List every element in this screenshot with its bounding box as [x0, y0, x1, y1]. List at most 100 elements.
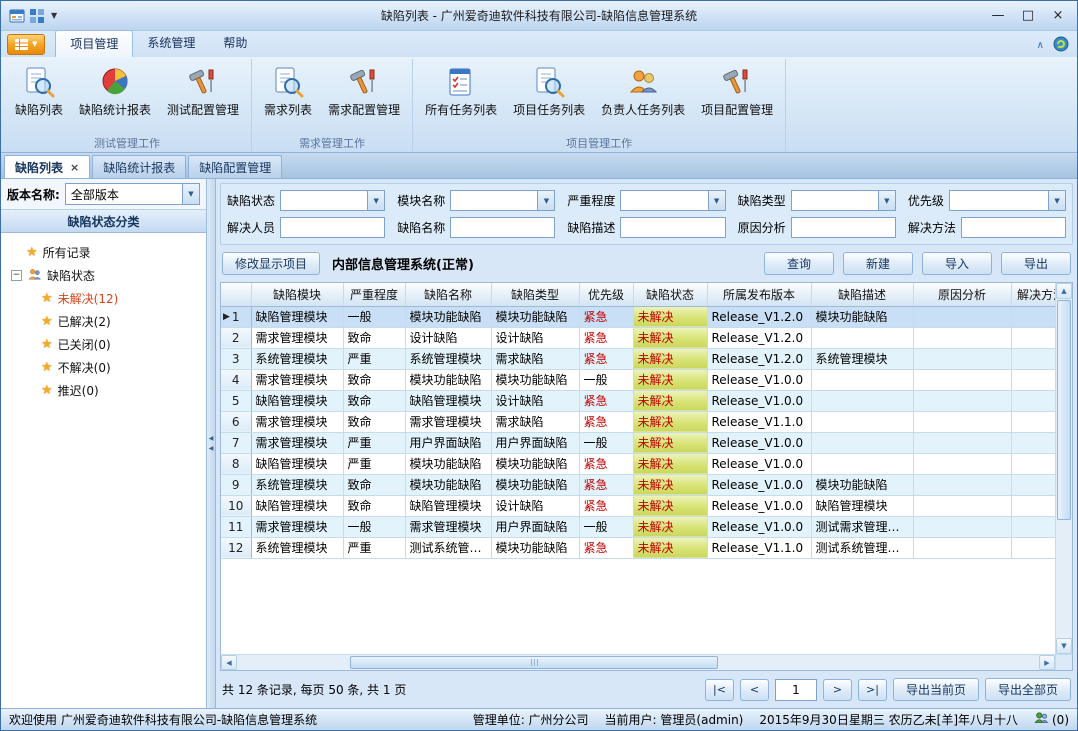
close-tab-icon[interactable]: × — [70, 161, 79, 174]
column-header-5[interactable]: 缺陷状态 — [633, 283, 707, 306]
filter-input-1-0[interactable] — [280, 217, 385, 238]
maximize-button[interactable]: □ — [1013, 5, 1043, 27]
tree-item-1-4[interactable]: ★推迟(0) — [1, 379, 206, 402]
scroll-right-icon[interactable]: ▶ — [1039, 655, 1055, 670]
chevron-down-icon[interactable]: ▼ — [708, 191, 725, 210]
table-row[interactable]: 10缺陷管理模块致命缺陷管理模块设计缺陷紧急未解决Release_V1.0.0缺… — [221, 495, 1055, 516]
column-header-6[interactable]: 所属发布版本 — [707, 283, 811, 306]
doc-tab-0[interactable]: 缺陷列表× — [4, 155, 90, 178]
table-row[interactable]: 12系统管理模块严重测试系统管理...模块功能缺陷紧急未解决Release_V1… — [221, 537, 1055, 558]
quick-access-dropdown-icon[interactable]: ▼ — [49, 11, 59, 20]
horizontal-scroll-thumb[interactable] — [350, 656, 718, 669]
table-row[interactable]: 5缺陷管理模块致命缺陷管理模块设计缺陷紧急未解决Release_V1.0.0 — [221, 390, 1055, 411]
ribbon-button-1-0[interactable]: 需求列表 — [258, 61, 318, 120]
column-header-7[interactable]: 缺陷描述 — [811, 283, 913, 306]
chevron-down-icon[interactable]: ▼ — [537, 191, 554, 210]
filter-input-1-4[interactable] — [961, 217, 1066, 238]
collapse-sidebar-icon[interactable]: ◀ — [209, 445, 214, 452]
first-page-button[interactable]: |< — [705, 679, 734, 701]
tree-item-1-2[interactable]: ★已关闭(0) — [1, 333, 206, 356]
grid-view-icon[interactable] — [29, 8, 45, 24]
ribbon-button-1-1[interactable]: 需求配置管理 — [322, 61, 406, 120]
ribbon-button-2-3[interactable]: 项目配置管理 — [695, 61, 779, 120]
chevron-down-icon[interactable]: ▼ — [367, 191, 384, 210]
modify-display-button[interactable]: 修改显示项目 — [222, 252, 320, 275]
doc-tab-1[interactable]: 缺陷统计报表 — [92, 155, 186, 178]
prev-page-button[interactable]: < — [740, 679, 769, 701]
ribbon-button-0-0[interactable]: 缺陷列表 — [9, 61, 69, 120]
app-menu-button[interactable]: ▼ — [7, 34, 45, 55]
tree-item-1-1[interactable]: ★已解决(2) — [1, 310, 206, 333]
ribbon-button-2-2[interactable]: 负责人任务列表 — [595, 61, 691, 120]
doc-tab-2[interactable]: 缺陷配置管理 — [188, 155, 282, 178]
page-number-input[interactable] — [775, 679, 817, 701]
filter-select-0-0[interactable]: ▼ — [280, 190, 385, 211]
filter-select-0-4[interactable]: ▼ — [949, 190, 1066, 211]
table-row[interactable]: 6需求管理模块致命需求管理模块需求缺陷紧急未解决Release_V1.1.0 — [221, 411, 1055, 432]
column-header-3[interactable]: 缺陷类型 — [491, 283, 579, 306]
filter-select-0-2[interactable]: ▼ — [620, 190, 725, 211]
new-button[interactable]: 新建 — [843, 252, 913, 275]
tree-item-1-3[interactable]: ★不解决(0) — [1, 356, 206, 379]
ribbon-tab-2[interactable]: 帮助 — [209, 30, 261, 57]
ribbon-button-0-1[interactable]: 缺陷统计报表 — [73, 61, 157, 120]
filter-select-0-3[interactable]: ▼ — [791, 190, 896, 211]
ribbon-tab-0[interactable]: 项目管理 — [55, 30, 133, 57]
vertical-scroll-thumb[interactable] — [1057, 300, 1071, 520]
query-button[interactable]: 查询 — [764, 252, 834, 275]
ribbon-collapse-icon[interactable]: ∧ — [1037, 40, 1044, 51]
import-button[interactable]: 导入 — [922, 252, 992, 275]
column-header-8[interactable]: 原因分析 — [913, 283, 1011, 306]
message-indicator[interactable]: (0) — [1034, 711, 1069, 728]
chevron-down-icon[interactable]: ▼ — [1048, 191, 1065, 210]
tree-item-1-0[interactable]: ★未解决(12) — [1, 287, 206, 310]
app-icon[interactable] — [9, 8, 25, 24]
ribbon-button-2-0[interactable]: 所有任务列表 — [419, 61, 503, 120]
chevron-down-icon[interactable]: ▼ — [182, 184, 199, 204]
filter-select-0-1[interactable]: ▼ — [450, 190, 555, 211]
column-header-9[interactable]: 解决方法 — [1011, 283, 1055, 306]
column-header-1[interactable]: 严重程度 — [343, 283, 405, 306]
table-row[interactable]: 8缺陷管理模块严重模块功能缺陷模块功能缺陷紧急未解决Release_V1.0.0 — [221, 453, 1055, 474]
filter-input-1-2[interactable] — [620, 217, 725, 238]
filter-input-1-1[interactable] — [450, 217, 555, 238]
tree-item-1[interactable]: −缺陷状态 — [1, 264, 206, 287]
column-header-4[interactable]: 优先级 — [579, 283, 633, 306]
minimize-button[interactable]: — — [983, 5, 1013, 27]
filter-input-1-3[interactable] — [791, 217, 896, 238]
ribbon-button-0-2[interactable]: 测试配置管理 — [161, 61, 245, 120]
vertical-scroll-track[interactable] — [1056, 299, 1072, 638]
horizontal-scroll-track[interactable] — [237, 655, 1039, 670]
table-row[interactable]: 9系统管理模块致命模块功能缺陷模块功能缺陷紧急未解决Release_V1.0.0… — [221, 474, 1055, 495]
vertical-scrollbar[interactable]: ▲ ▼ — [1055, 283, 1072, 654]
ribbon-button-2-1[interactable]: 项目任务列表 — [507, 61, 591, 120]
collapse-icon[interactable]: − — [11, 270, 22, 281]
table-row[interactable]: 4需求管理模块致命模块功能缺陷模块功能缺陷一般未解决Release_V1.0.0 — [221, 369, 1055, 390]
table-row[interactable]: 11需求管理模块一般需求管理模块用户界面缺陷一般未解决Release_V1.0.… — [221, 516, 1055, 537]
table-row[interactable]: 3系统管理模块严重系统管理模块需求缺陷紧急未解决Release_V1.2.0系统… — [221, 348, 1055, 369]
help-icon[interactable] — [1053, 36, 1069, 55]
table-row[interactable]: 7需求管理模块严重用户界面缺陷用户界面缺陷一般未解决Release_V1.0.0 — [221, 432, 1055, 453]
tree-item-0[interactable]: ★所有记录 — [1, 241, 206, 264]
sidebar-splitter[interactable]: ◀ ◀ — [207, 179, 216, 708]
version-select[interactable]: 全部版本 ▼ — [65, 183, 200, 205]
export-all-pages-button[interactable]: 导出全部页 — [985, 678, 1071, 701]
grid-cell: 未解决 — [633, 495, 707, 516]
column-header-2[interactable]: 缺陷名称 — [405, 283, 491, 306]
scroll-up-icon[interactable]: ▲ — [1056, 283, 1072, 299]
last-page-button[interactable]: >| — [858, 679, 887, 701]
table-row[interactable]: ▶1缺陷管理模块一般模块功能缺陷模块功能缺陷紧急未解决Release_V1.2.… — [221, 306, 1055, 327]
next-page-button[interactable]: > — [823, 679, 852, 701]
export-button[interactable]: 导出 — [1001, 252, 1071, 275]
close-button[interactable]: × — [1043, 5, 1073, 27]
scroll-left-icon[interactable]: ◀ — [221, 655, 237, 670]
scrollbar-corner — [1055, 655, 1072, 670]
scroll-down-icon[interactable]: ▼ — [1056, 638, 1072, 654]
column-header-0[interactable]: 缺陷模块 — [251, 283, 343, 306]
chevron-down-icon[interactable]: ▼ — [878, 191, 895, 210]
table-row[interactable]: 2需求管理模块致命设计缺陷设计缺陷紧急未解决Release_V1.2.0 — [221, 327, 1055, 348]
export-current-page-button[interactable]: 导出当前页 — [893, 678, 979, 701]
collapse-sidebar-icon[interactable]: ◀ — [209, 435, 214, 442]
horizontal-scrollbar[interactable]: ◀ ▶ — [220, 654, 1073, 671]
ribbon-tab-1[interactable]: 系统管理 — [133, 30, 209, 57]
